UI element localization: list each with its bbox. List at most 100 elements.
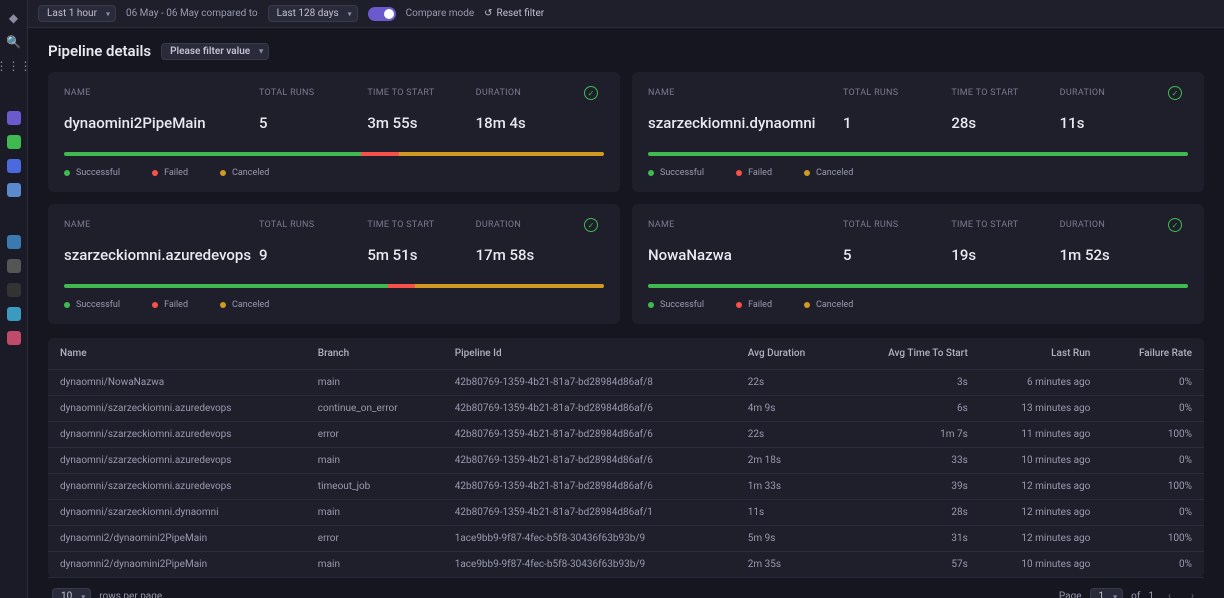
nav-icon-5[interactable] [6,234,22,250]
cell-pipeline-id: 42b80769-1359-4b21-81a7-bd28984d86af/6 [443,474,736,500]
status-bar [64,284,604,288]
compare-range-dropdown[interactable]: Last 128 days [268,5,358,22]
filter-value-dropdown[interactable]: Please filter value [161,43,269,60]
cell-avg-duration: 11s [736,500,843,526]
reset-filter-button[interactable]: ↺Reset filter [484,8,544,19]
nav-icon-1[interactable] [6,110,22,126]
compare-mode-toggle[interactable] [368,7,396,21]
nav-icon-6[interactable] [6,258,22,274]
cell-failure-rate: 0% [1102,552,1204,578]
col-pipeline-id[interactable]: Pipeline Id [443,338,736,370]
legend-canceled: Canceled [220,168,269,178]
col-avg-tts[interactable]: Avg Time To Start [843,338,980,370]
col-failure-rate[interactable]: Failure Rate [1102,338,1204,370]
cell-pipeline-id: 42b80769-1359-4b21-81a7-bd28984d86af/1 [443,500,736,526]
status-check-icon: ✓ [584,86,598,100]
cell-avg-tts: 28s [843,500,980,526]
cell-name: dynaomni2/dynaomini2PipeMain [48,552,306,578]
cell-branch: main [306,500,443,526]
cell-last-run: 13 minutes ago [980,396,1103,422]
nav-icon-9[interactable] [6,330,22,346]
table-row[interactable]: dynaomni/szarzeckiomni.azuredevops error… [48,422,1204,448]
time-range-dropdown[interactable]: Last 1 hour [38,5,116,22]
nav-icon-4[interactable] [6,182,22,198]
col-name[interactable]: Name [48,338,306,370]
content: Pipeline details Please filter value NAM… [28,28,1224,598]
legend: Successful Failed Canceled [64,300,604,310]
pipeline-card[interactable]: NAME TOTAL RUNS TIME TO START DURATION ✓… [632,204,1204,324]
table-row[interactable]: dynaomni/szarzeckiomni.azuredevops conti… [48,396,1204,422]
table-row[interactable]: dynaomni/szarzeckiomni.azuredevops timeo… [48,474,1204,500]
card-label-runs: TOTAL RUNS [259,220,367,230]
legend-failed: Failed [736,168,772,178]
cell-avg-tts: 1m 7s [843,422,980,448]
cell-pipeline-id: 42b80769-1359-4b21-81a7-bd28984d86af/6 [443,422,736,448]
search-icon[interactable]: 🔍 [6,34,22,50]
card-name: NowaNazwa [648,246,843,264]
nav-icon-3[interactable] [6,158,22,174]
nav-icon-8[interactable] [6,306,22,322]
status-check-icon: ✓ [1168,86,1182,100]
card-duration: 18m 4s [476,114,584,132]
col-avg-duration[interactable]: Avg Duration [736,338,843,370]
topbar: Last 1 hour 06 May - 06 May compared to … [28,0,1224,28]
prev-page-button[interactable]: ‹ [1162,589,1177,598]
table-row[interactable]: dynaomni/szarzeckiomni.azuredevops main … [48,448,1204,474]
pipeline-card[interactable]: NAME TOTAL RUNS TIME TO START DURATION ✓… [632,72,1204,192]
cell-name: dynaomni2/dynaomini2PipeMain [48,526,306,552]
cell-branch: main [306,448,443,474]
logo-icon[interactable]: ◆ [6,10,22,26]
cell-avg-duration: 22s [736,370,843,396]
cell-avg-duration: 1m 33s [736,474,843,500]
legend-failed: Failed [152,168,188,178]
cell-pipeline-id: 42b80769-1359-4b21-81a7-bd28984d86af/8 [443,370,736,396]
table-row[interactable]: dynaomni/NowaNazwa main 42b80769-1359-4b… [48,370,1204,396]
cell-failure-rate: 0% [1102,448,1204,474]
cell-avg-duration: 2m 35s [736,552,843,578]
card-label-name: NAME [64,88,259,98]
cell-failure-rate: 0% [1102,500,1204,526]
apps-icon[interactable]: ⋮⋮⋮ [6,58,22,74]
page-number-dropdown[interactable]: 1 [1090,588,1124,598]
legend: Successful Failed Canceled [648,168,1188,178]
col-last-run[interactable]: Last Run [980,338,1103,370]
card-label-tts: TIME TO START [951,88,1059,98]
table-row[interactable]: dynaomni2/dynaomini2PipeMain error 1ace9… [48,526,1204,552]
table-row[interactable]: dynaomni2/dynaomini2PipeMain main 1ace9b… [48,552,1204,578]
next-page-button[interactable]: › [1185,589,1200,598]
compare-mode-label: Compare mode [406,8,475,19]
cell-last-run: 12 minutes ago [980,500,1103,526]
card-label-name: NAME [648,220,843,230]
table-header-row: Name Branch Pipeline Id Avg Duration Avg… [48,338,1204,370]
cell-avg-duration: 2m 18s [736,448,843,474]
cell-branch: error [306,422,443,448]
cell-name: dynaomni/NowaNazwa [48,370,306,396]
of-label: of [1131,591,1140,598]
cell-last-run: 6 minutes ago [980,370,1103,396]
card-label-duration: DURATION [476,88,584,98]
card-tts: 28s [951,114,1059,132]
card-label-name: NAME [648,88,843,98]
cell-avg-duration: 22s [736,422,843,448]
cell-last-run: 12 minutes ago [980,474,1103,500]
cell-avg-tts: 6s [843,396,980,422]
card-name: szarzeckiomni.dynaomni [648,114,843,132]
cell-last-run: 10 minutes ago [980,448,1103,474]
rows-per-page-dropdown[interactable]: 10 [52,588,91,598]
table-row[interactable]: dynaomni/szarzeckiomni.dynaomni main 42b… [48,500,1204,526]
card-label-runs: TOTAL RUNS [843,88,951,98]
pipeline-card[interactable]: NAME TOTAL RUNS TIME TO START DURATION ✓… [48,72,620,192]
nav-icon-2[interactable] [6,134,22,150]
card-label-tts: TIME TO START [951,220,1059,230]
cell-failure-rate: 0% [1102,396,1204,422]
page-title: Pipeline details [48,42,151,60]
cell-branch: continue_on_error [306,396,443,422]
card-label-duration: DURATION [1060,220,1168,230]
card-label-name: NAME [64,220,259,230]
legend-successful: Successful [64,168,120,178]
cell-branch: error [306,526,443,552]
pipeline-card[interactable]: NAME TOTAL RUNS TIME TO START DURATION ✓… [48,204,620,324]
cell-pipeline-id: 1ace9bb9-9f87-4fec-b5f8-30436f63b93b/9 [443,552,736,578]
nav-icon-7[interactable] [6,282,22,298]
col-branch[interactable]: Branch [306,338,443,370]
